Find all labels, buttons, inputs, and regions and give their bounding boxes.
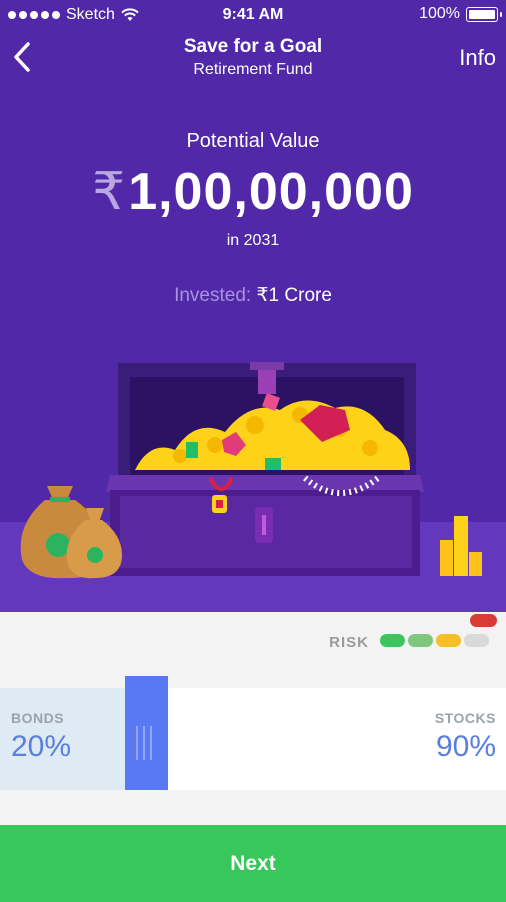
risk-level-marker: [470, 614, 497, 627]
risk-segment: [436, 634, 461, 647]
risk-segment: [408, 634, 433, 647]
risk-meter: [380, 634, 489, 647]
coin-stacks-icon: [440, 516, 482, 576]
risk-segment: [380, 634, 405, 647]
stocks-label: STOCKS: [434, 710, 496, 726]
stocks-value: 90%: [435, 730, 496, 763]
invested-summary: Invested: ₹1 Crore: [0, 284, 506, 307]
potential-value-amount: ₹1,00,00,000: [0, 162, 506, 222]
treasure-chest-icon: [106, 362, 424, 576]
next-button[interactable]: Next: [0, 825, 506, 902]
info-button[interactable]: Info: [459, 45, 496, 71]
money-bags-icon: [20, 486, 122, 579]
treasure-illustration: [20, 362, 482, 579]
grip-icon: [136, 726, 152, 760]
allocation-slider-handle[interactable]: [125, 676, 168, 800]
page-title: Save for a Goal: [183, 36, 323, 57]
invested-value: ₹1 Crore: [256, 285, 332, 306]
target-year: in 2031: [226, 232, 280, 249]
battery-icon: [466, 6, 502, 22]
battery-area: 100%: [419, 5, 502, 23]
risk-panel: [0, 612, 506, 688]
bonds-value: 20%: [11, 730, 72, 763]
amount-value: 1,00,00,000: [128, 163, 414, 221]
risk-segment: [464, 634, 489, 647]
risk-label: RISK: [329, 634, 369, 651]
page-subtitle: Retirement Fund: [193, 61, 313, 78]
spacer: [0, 790, 506, 825]
bonds-label: BONDS: [11, 710, 65, 726]
invested-label: Invested:: [174, 285, 252, 306]
potential-value-label: Potential Value: [186, 130, 320, 152]
status-bar: Sketch 9:41 AM 100%: [0, 0, 506, 30]
rupee-symbol: ₹: [92, 163, 127, 221]
battery-percent: 100%: [419, 5, 460, 22]
